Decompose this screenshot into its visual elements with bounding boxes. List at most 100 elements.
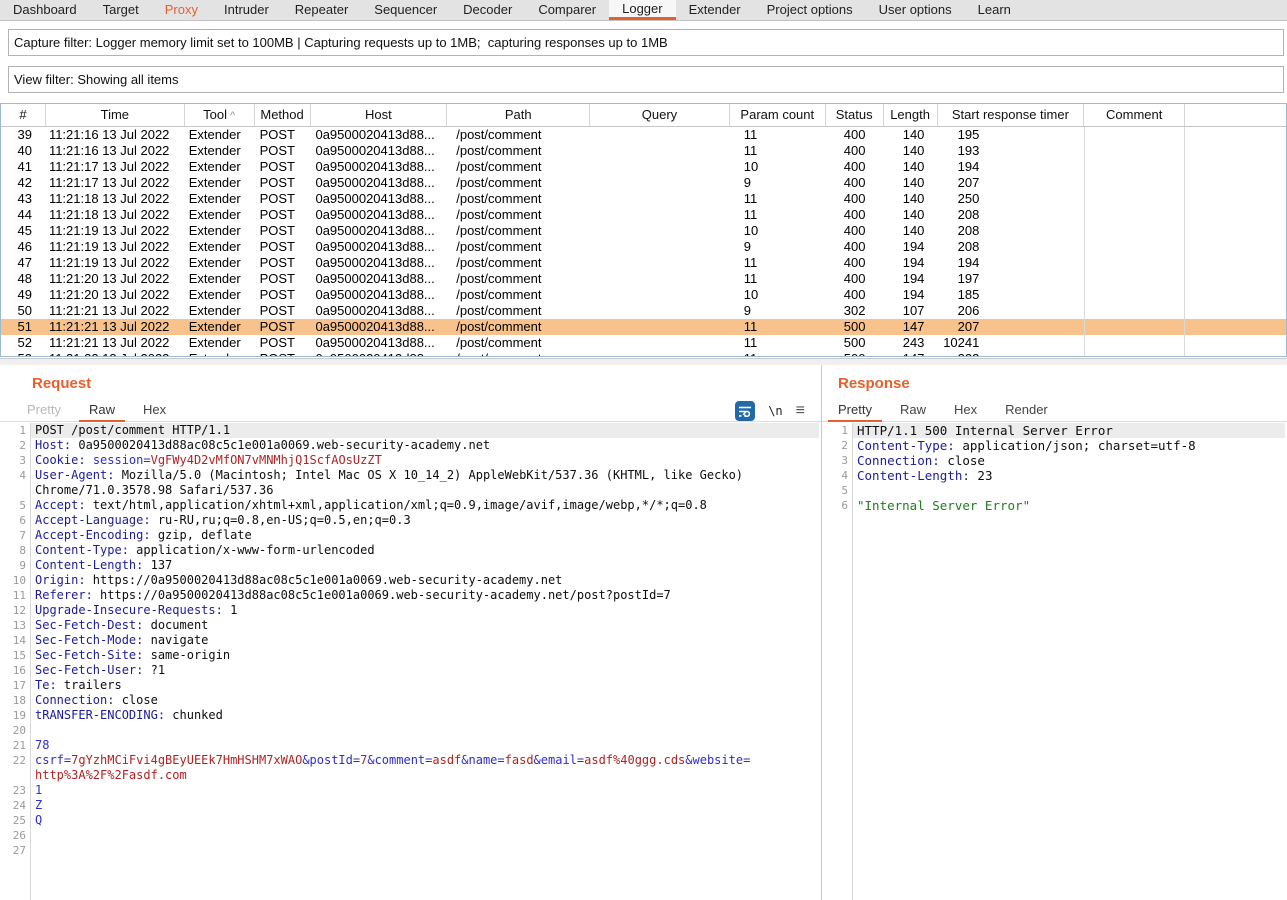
cell-timer: 194 [937, 159, 1084, 175]
column-header-blank[interactable]: # [1, 104, 46, 126]
menu-tab-intruder[interactable]: Intruder [211, 0, 282, 20]
response-tab-hex[interactable]: Hex [944, 399, 987, 421]
cell-comment [1084, 175, 1185, 191]
menu-tab-decoder[interactable]: Decoder [450, 0, 525, 20]
menu-tab-extender[interactable]: Extender [676, 0, 754, 20]
cell-timer: 197 [937, 271, 1084, 287]
menu-tab-logger[interactable]: Logger [609, 0, 675, 20]
menu-tab-target[interactable]: Target [90, 0, 152, 20]
menu-tab-user-options[interactable]: User options [866, 0, 965, 20]
menu-tab-repeater[interactable]: Repeater [282, 0, 361, 20]
table-row[interactable]: 4411:21:18 13 Jul 2022ExtenderPOST0a9500… [1, 207, 1286, 223]
line-number: 16 [0, 663, 26, 678]
table-row[interactable]: 5111:21:21 13 Jul 2022ExtenderPOST0a9500… [1, 319, 1286, 335]
menu-tab-learn[interactable]: Learn [965, 0, 1024, 20]
newline-toggle-icon[interactable]: \n [768, 404, 782, 418]
cell-host: 0a9500020413d88... [310, 319, 447, 335]
table-row[interactable]: 3911:21:16 13 Jul 2022ExtenderPOST0a9500… [1, 127, 1286, 143]
cell-status: 400 [826, 255, 884, 271]
column-header-length[interactable]: Length [884, 104, 938, 126]
line-text: Origin: https://0a9500020413d88ac08c5c1e… [31, 573, 819, 588]
column-header-path[interactable]: Path [447, 104, 590, 126]
cell-tool: Extender [185, 271, 255, 287]
editor-line: 26 [0, 828, 819, 843]
response-tab-render[interactable]: Render [995, 399, 1058, 421]
column-header-comment[interactable]: Comment [1084, 104, 1185, 126]
column-header-status[interactable]: Status [826, 104, 884, 126]
request-title: Request [32, 375, 91, 392]
table-row[interactable]: 4911:21:20 13 Jul 2022ExtenderPOST0a9500… [1, 287, 1286, 303]
table-row[interactable]: 4511:21:19 13 Jul 2022ExtenderPOST0a9500… [1, 223, 1286, 239]
table-row[interactable]: 4111:21:17 13 Jul 2022ExtenderPOST0a9500… [1, 159, 1286, 175]
table-row[interactable]: 5311:21:22 13 Jul 2022ExtenderPOST0a9500… [1, 351, 1286, 357]
column-header-blank[interactable] [1185, 104, 1286, 126]
cell-timer: 208 [937, 207, 1084, 223]
request-tab-hex[interactable]: Hex [133, 399, 176, 421]
cell-comment [1084, 223, 1185, 239]
response-editor[interactable]: 1HTTP/1.1 500 Internal Server Error2Cont… [822, 423, 1285, 900]
table-row[interactable]: 5011:21:21 13 Jul 2022ExtenderPOST0a9500… [1, 303, 1286, 319]
column-header-time[interactable]: Time [46, 104, 185, 126]
table-row[interactable]: 4711:21:19 13 Jul 2022ExtenderPOST0a9500… [1, 255, 1286, 271]
cell-path: /post/comment [447, 287, 590, 303]
cell-time: 11:21:16 13 Jul 2022 [46, 143, 185, 159]
capture-filter-bar[interactable]: Capture filter: Logger memory limit set … [8, 29, 1284, 56]
cell-host: 0a9500020413d88... [310, 207, 447, 223]
editor-line: 10Origin: https://0a9500020413d88ac08c5c… [0, 573, 819, 588]
line-number: 4 [0, 468, 26, 483]
cell-time: 11:21:18 13 Jul 2022 [46, 207, 185, 223]
menu-tab-proxy[interactable]: Proxy [152, 0, 211, 20]
cell-timer: 206 [937, 303, 1084, 319]
cell-param_count: 10 [730, 287, 826, 303]
horizontal-splitter[interactable] [0, 358, 1287, 365]
line-number: 6 [0, 513, 26, 528]
cell-method: POST [255, 319, 311, 335]
column-header-method[interactable]: Method [255, 104, 311, 126]
table-row[interactable]: 4611:21:19 13 Jul 2022ExtenderPOST0a9500… [1, 239, 1286, 255]
cell-method: POST [255, 303, 311, 319]
line-text: POST /post/comment HTTP/1.1 [31, 423, 819, 438]
editor-line: 5 [822, 483, 1285, 498]
request-editor[interactable]: 1POST /post/comment HTTP/1.12Host: 0a950… [0, 423, 819, 900]
word-wrap-toggle-icon[interactable] [735, 401, 755, 421]
cell-query [590, 303, 730, 319]
menu-tab-dashboard[interactable]: Dashboard [0, 0, 90, 20]
view-filter-bar[interactable]: View filter: Showing all items [8, 66, 1284, 93]
column-header-param-count[interactable]: Param count [730, 104, 826, 126]
editor-menu-icon[interactable]: ≡ [796, 401, 805, 421]
cell-id: 51 [1, 319, 46, 335]
cell-spacer [1185, 351, 1286, 357]
menu-tab-project-options[interactable]: Project options [754, 0, 866, 20]
cell-time: 11:21:20 13 Jul 2022 [46, 271, 185, 287]
cell-status: 500 [826, 351, 884, 357]
cell-host: 0a9500020413d88... [310, 143, 447, 159]
cell-timer: 250 [937, 191, 1084, 207]
table-row[interactable]: 4211:21:17 13 Jul 2022ExtenderPOST0a9500… [1, 175, 1286, 191]
cell-tool: Extender [185, 239, 255, 255]
response-tab-raw[interactable]: Raw [890, 399, 936, 421]
column-header-host[interactable]: Host [311, 104, 448, 126]
cell-time: 11:21:20 13 Jul 2022 [46, 287, 185, 303]
editor-line: 2Host: 0a9500020413d88ac08c5c1e001a0069.… [0, 438, 819, 453]
table-row[interactable]: 5211:21:21 13 Jul 2022ExtenderPOST0a9500… [1, 335, 1286, 351]
cell-tool: Extender [185, 143, 255, 159]
cell-id: 41 [1, 159, 46, 175]
editor-line: 20 [0, 723, 819, 738]
table-row[interactable]: 4811:21:20 13 Jul 2022ExtenderPOST0a9500… [1, 271, 1286, 287]
table-row[interactable]: 4011:21:16 13 Jul 2022ExtenderPOST0a9500… [1, 143, 1286, 159]
column-header-query[interactable]: Query [590, 104, 730, 126]
cell-length: 147 [884, 351, 938, 357]
column-header-tool[interactable]: Tool^ [185, 104, 255, 126]
request-tab-raw[interactable]: Raw [79, 399, 125, 422]
menu-tab-comparer[interactable]: Comparer [525, 0, 609, 20]
cell-host: 0a9500020413d88... [310, 223, 447, 239]
table-row[interactable]: 4311:21:18 13 Jul 2022ExtenderPOST0a9500… [1, 191, 1286, 207]
response-tab-pretty[interactable]: Pretty [828, 399, 882, 422]
column-header-start-response-timer[interactable]: Start response timer [938, 104, 1085, 126]
cell-tool: Extender [185, 127, 255, 143]
cell-length: 140 [884, 223, 938, 239]
editor-line: 6"Internal Server Error" [822, 498, 1285, 513]
cell-path: /post/comment [447, 351, 590, 357]
menu-tab-sequencer[interactable]: Sequencer [361, 0, 450, 20]
cell-path: /post/comment [447, 223, 590, 239]
